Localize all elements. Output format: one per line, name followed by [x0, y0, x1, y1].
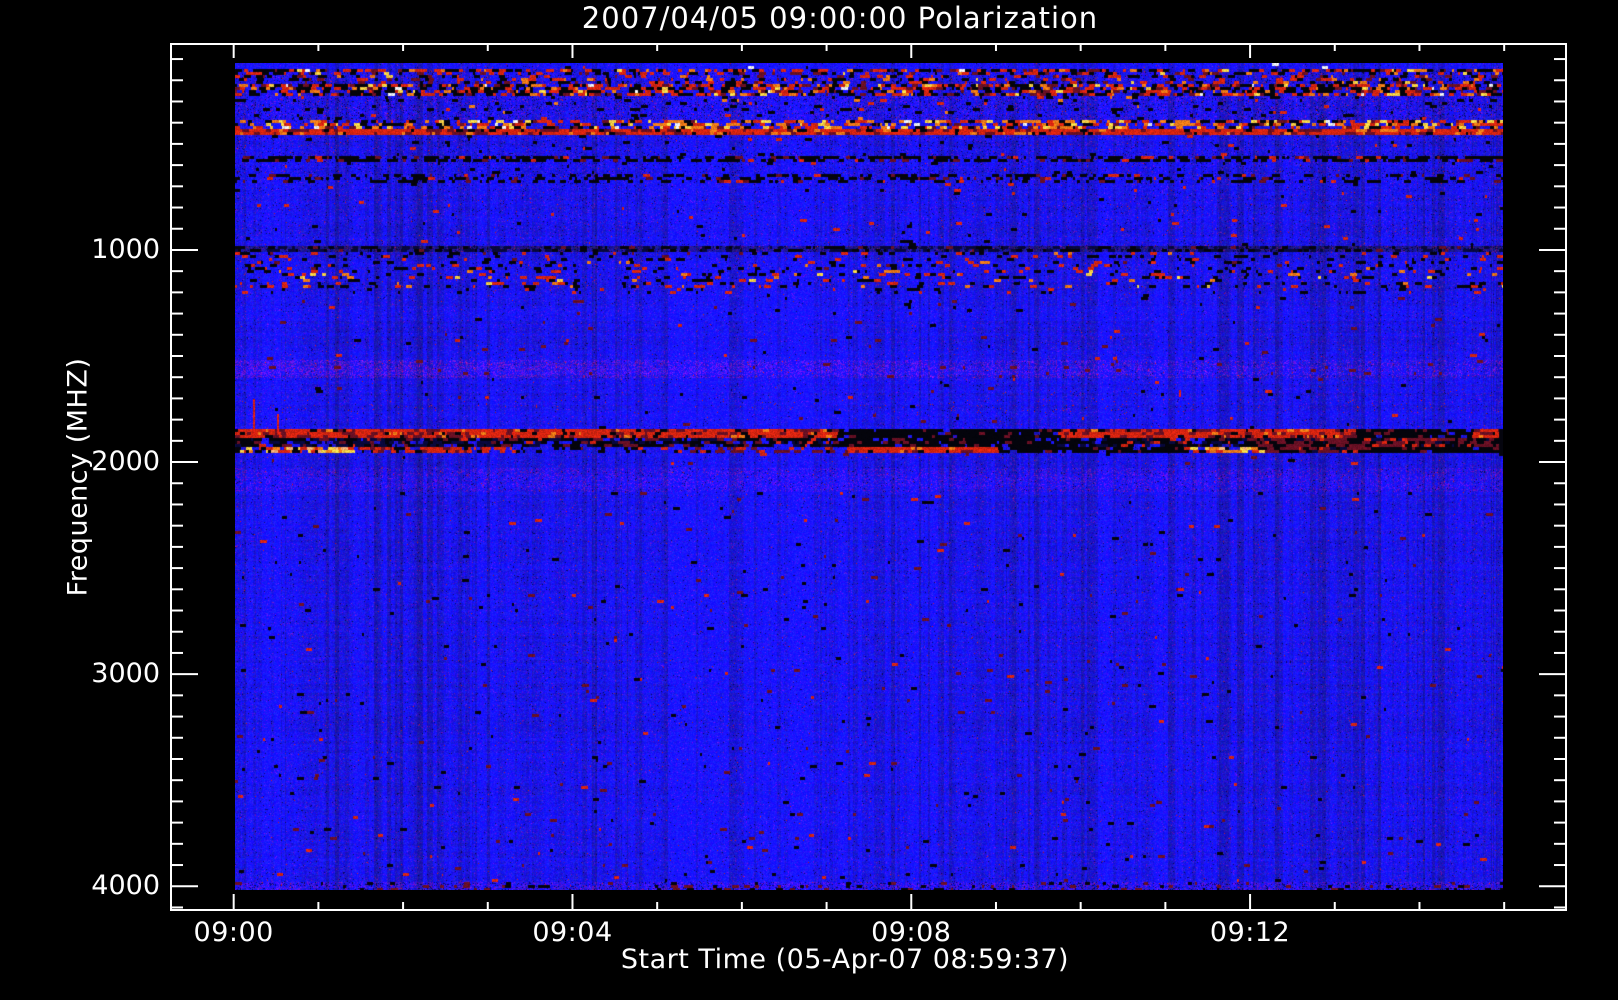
- x-tick-label: 09:04: [532, 917, 613, 948]
- y-tick-label: 3000: [91, 658, 160, 690]
- y-tick-label: 4000: [91, 870, 160, 902]
- x-tick-label: 09:12: [1209, 917, 1291, 948]
- y-tick-label: 1000: [91, 233, 160, 265]
- x-tick-label: 09:00: [193, 917, 274, 948]
- spectrogram-window: { "window": { "background": "#000000" },…: [0, 0, 1618, 1000]
- y-tick-label: 2000: [91, 446, 160, 478]
- plot-frame: [170, 43, 1567, 911]
- axes-box: [170, 43, 1567, 911]
- x-tick-label: 09:08: [871, 917, 952, 948]
